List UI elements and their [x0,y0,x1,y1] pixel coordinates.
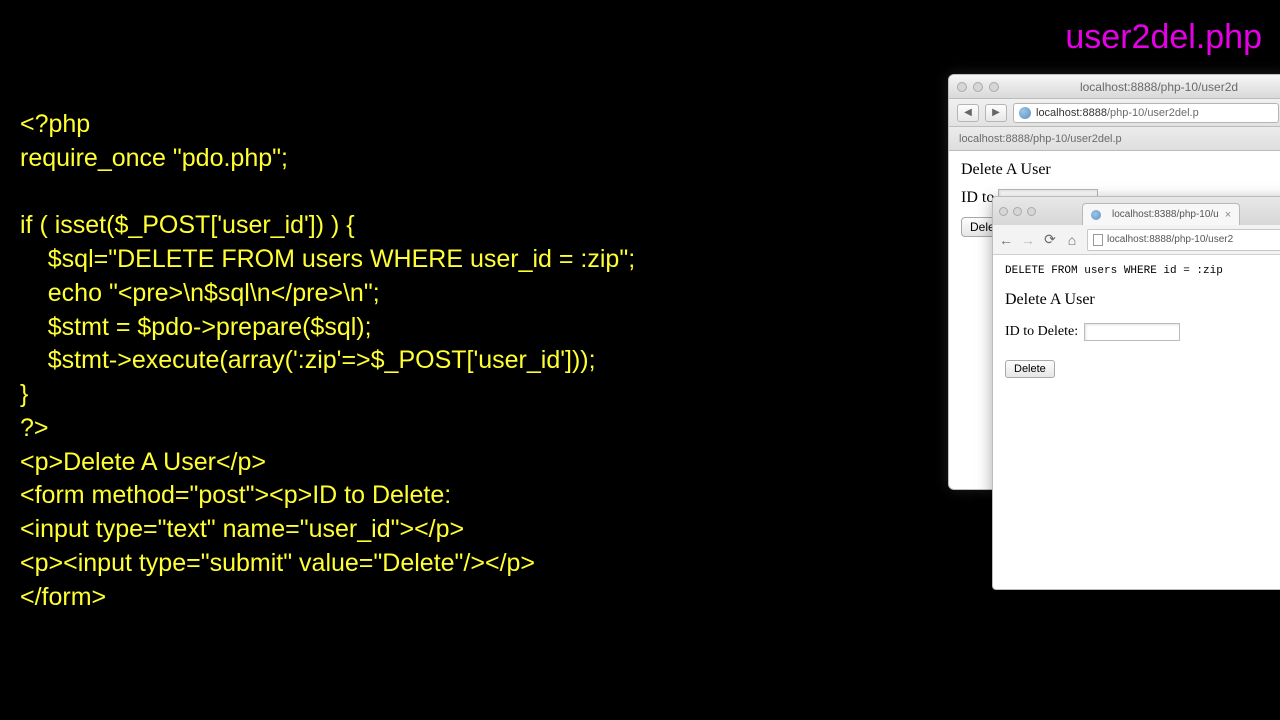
forward-icon[interactable]: → [1021,232,1035,248]
safari-toolbar: ◀ ▶ localhost:8888/php-10/user2del.p [949,99,1280,127]
slide-title: user2del.php [1065,18,1262,57]
page-heading: Delete A User [961,161,1275,179]
safari-titlebar: localhost:8888/php-10/user2d [949,75,1280,99]
zoom-dot-icon[interactable] [989,82,999,92]
page-icon [1093,234,1103,246]
forward-button[interactable]: ▶ [985,104,1007,122]
chrome-toolbar: ← → ⟳ ⌂ localhost:8888/php-10/user2 [993,225,1280,255]
address-path: /php-10/user2del.p [1107,107,1199,119]
traffic-lights[interactable] [999,207,1036,216]
chrome-window: localhost:8388/php-10/u × ← → ⟳ ⌂ localh… [992,196,1280,590]
close-dot-icon[interactable] [999,207,1008,216]
user-id-input[interactable] [1084,323,1180,341]
minimize-dot-icon[interactable] [1013,207,1022,216]
safari-tab-bar[interactable]: localhost:8888/php-10/user2del.p [949,127,1280,151]
back-button[interactable]: ◀ [957,104,979,122]
globe-icon [1019,107,1031,119]
chrome-address-bar[interactable]: localhost:8888/php-10/user2 [1087,229,1280,251]
minimize-dot-icon[interactable] [973,82,983,92]
globe-icon [1091,210,1101,220]
zoom-dot-icon[interactable] [1027,207,1036,216]
sql-output: DELETE FROM users WHERE id = :zip [1005,265,1279,277]
chrome-url: localhost:8888/php-10/user2 [1107,234,1233,245]
home-icon[interactable]: ⌂ [1065,232,1079,248]
safari-tab-label: localhost:8888/php-10/user2del.p [959,133,1122,145]
safari-address-bar[interactable]: localhost:8888/php-10/user2del.p [1013,103,1279,123]
chrome-tab[interactable]: localhost:8388/php-10/u × [1082,203,1240,225]
close-dot-icon[interactable] [957,82,967,92]
chrome-tab-label: localhost:8388/php-10/u [1112,209,1219,220]
id-label: ID to [961,189,994,206]
back-icon[interactable]: ← [999,232,1013,248]
delete-button[interactable]: Delete [1005,360,1055,378]
page-heading: Delete A User [1005,291,1279,309]
traffic-lights[interactable] [957,82,999,92]
chrome-page-content: DELETE FROM users WHERE id = :zip Delete… [993,255,1280,388]
id-label: ID to Delete: [1005,324,1078,340]
php-code-block: <?php require_once "pdo.php"; if ( isset… [20,108,635,614]
close-tab-icon[interactable]: × [1225,209,1231,221]
reload-icon[interactable]: ⟳ [1043,231,1057,248]
safari-window-title: localhost:8888/php-10/user2d [1039,80,1279,94]
address-host: localhost:8888 [1036,107,1107,119]
chrome-tabstrip: localhost:8388/php-10/u × [993,197,1280,225]
